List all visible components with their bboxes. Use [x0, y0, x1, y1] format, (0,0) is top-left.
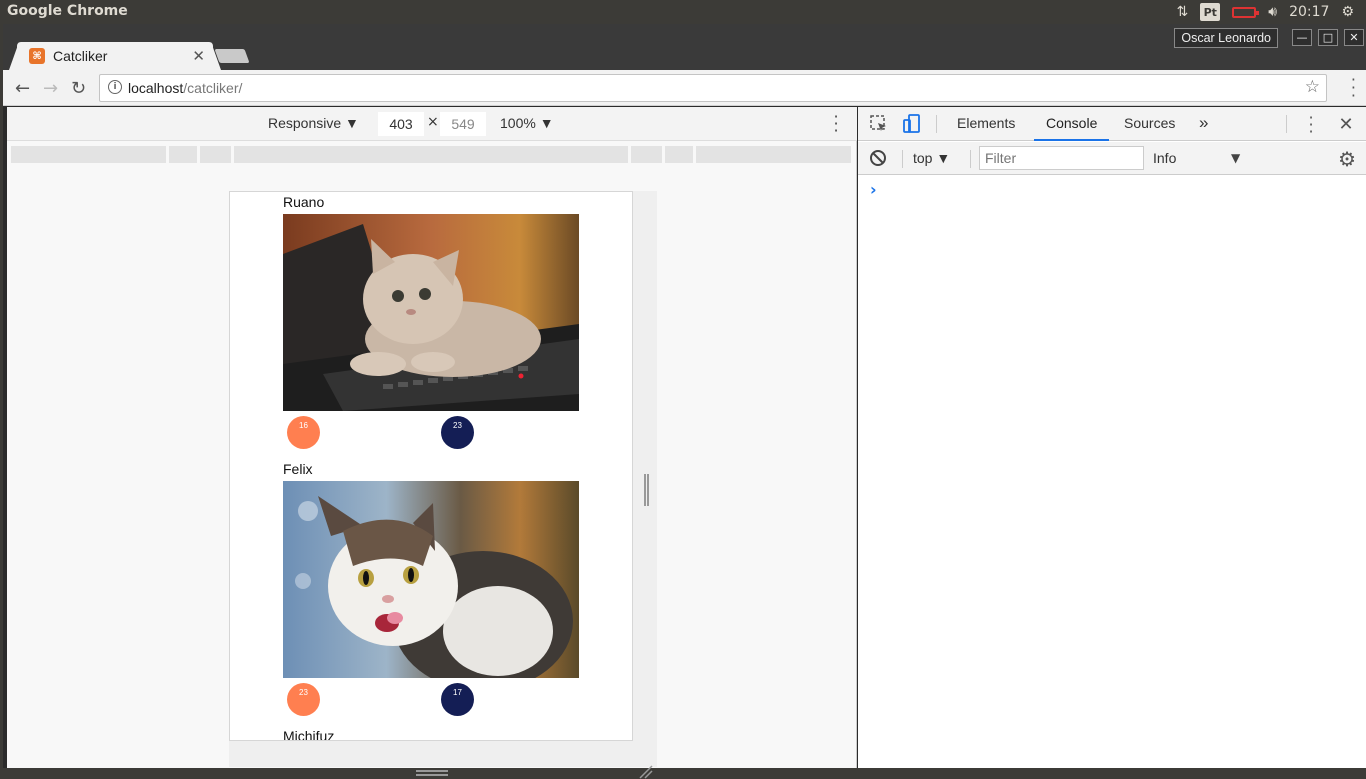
device-mode-label: Responsive: [268, 115, 342, 131]
active-app-name: Google Chrome: [7, 3, 128, 19]
battery-icon[interactable]: [1232, 0, 1260, 24]
downvote-button[interactable]: 17: [441, 683, 474, 716]
upvote-button[interactable]: 16: [287, 416, 320, 449]
cat-photo-ruano: [283, 214, 579, 411]
device-height-resize-handle[interactable]: [416, 770, 448, 776]
network-icon[interactable]: ⇅: [1177, 0, 1189, 24]
reload-icon[interactable]: ↻: [71, 78, 86, 99]
device-width-resize-handle[interactable]: [644, 474, 649, 506]
profile-button[interactable]: Oscar Leonardo: [1174, 28, 1278, 48]
console-prompt-icon[interactable]: ›: [870, 180, 877, 199]
cat-image-ruano[interactable]: [283, 214, 579, 411]
devtools-panel: Elements Console Sources » ··· ✕ top ▼ I…: [858, 107, 1366, 768]
forward-arrow-icon[interactable]: →: [43, 78, 58, 99]
inspect-element-glyph: [870, 115, 886, 131]
media-query-segment[interactable]: [200, 146, 231, 163]
tab-title: Catcliker: [53, 48, 108, 64]
volume-icon[interactable]: 🔊︎: [1268, 0, 1277, 24]
device-height-input[interactable]: 549: [440, 112, 486, 136]
more-tabs-icon[interactable]: »: [1199, 107, 1208, 141]
media-query-segment[interactable]: [631, 146, 662, 163]
browser-toolbar: ← → ↻ i localhost/catcliker/ ☆ · · ·: [3, 70, 1366, 106]
url-text[interactable]: localhost/catcliker/: [128, 80, 242, 96]
device-toolbar-glyph: [903, 114, 920, 133]
toolbar-divider: [936, 115, 937, 133]
tab-close-icon[interactable]: ✕: [192, 47, 205, 65]
downvote-button[interactable]: 23: [441, 416, 474, 449]
cat-image-felix[interactable]: [283, 481, 579, 678]
console-toolbar: top ▼ Info ▼ ⚙: [858, 142, 1366, 175]
browser-tab-catcliker[interactable]: ⌘ Catcliker ✕: [9, 42, 221, 70]
tab-elements[interactable]: Elements: [957, 107, 1015, 141]
power-gear-icon[interactable]: ⚙: [1341, 0, 1354, 24]
chevron-down-icon[interactable]: ▼: [1231, 151, 1240, 165]
xampp-favicon-icon: ⌘: [29, 48, 45, 64]
inspect-element-icon[interactable]: [869, 114, 889, 134]
close-devtools-icon[interactable]: ✕: [1336, 114, 1356, 135]
context-selector[interactable]: top ▼: [913, 150, 950, 166]
console-settings-gear-icon[interactable]: ⚙: [1338, 147, 1356, 171]
clear-console-icon[interactable]: [868, 148, 888, 168]
url-host: localhost: [128, 80, 184, 96]
media-query-segment[interactable]: [11, 146, 166, 163]
maximize-button[interactable]: □: [1318, 29, 1338, 46]
new-tab-button[interactable]: [214, 49, 250, 63]
tab-console[interactable]: Console: [1034, 107, 1110, 141]
toolbar-divider: [970, 150, 971, 168]
toolbar-divider: [902, 150, 903, 168]
context-label: top: [913, 150, 933, 166]
clock[interactable]: 20:17: [1289, 0, 1329, 24]
tab-sources[interactable]: Sources: [1124, 107, 1175, 141]
media-query-segment[interactable]: [665, 146, 693, 163]
cat-card: Michifuz: [283, 726, 581, 741]
device-toolbar: Responsive ▼ 403 × 549 100% ▼ · · ·: [7, 107, 857, 141]
url-path: /catcliker/: [183, 80, 243, 96]
zoom-label: 100%: [500, 115, 536, 131]
console-filter-input[interactable]: [979, 146, 1144, 170]
page-viewport: Responsive ▼ 403 × 549 100% ▼ · · · Ruano: [7, 107, 857, 779]
device-frame: Ruano 16 23 Felix 23 17 Michifuz: [229, 191, 633, 741]
site-info-icon[interactable]: i: [108, 80, 122, 94]
zoom-select[interactable]: 100% ▼: [500, 115, 554, 131]
tab-strip: ⌘ Catcliker ✕ Oscar Leonardo — □ ✕: [3, 24, 1366, 70]
clear-console-glyph: [870, 150, 886, 166]
cat-card: Felix 23 17: [283, 459, 581, 728]
log-level-select[interactable]: Info: [1153, 150, 1243, 166]
keyboard-layout-label: Pt: [1200, 3, 1221, 21]
device-frame-shadow-bottom: [229, 741, 657, 767]
bookmark-star-icon[interactable]: ☆: [1305, 77, 1320, 97]
keyboard-layout-indicator[interactable]: Pt: [1200, 0, 1221, 24]
toolbar-divider: [1286, 115, 1287, 133]
devtools-tab-bar: Elements Console Sources » · · · ✕: [858, 107, 1366, 141]
cat-name: Felix: [283, 461, 313, 477]
vote-buttons: 23 17: [283, 678, 581, 728]
media-query-segment[interactable]: [169, 146, 197, 163]
device-corner-resize-handle[interactable]: [639, 765, 653, 779]
back-arrow-icon[interactable]: ←: [15, 78, 30, 99]
cat-photo-felix: [283, 481, 579, 678]
log-level-label: Info: [1153, 150, 1177, 166]
browser-window: ⌘ Catcliker ✕ Oscar Leonardo — □ ✕ ← → ↻…: [3, 24, 1366, 779]
media-query-bar: [11, 146, 853, 163]
device-width-input[interactable]: 403: [378, 112, 424, 136]
minimize-button[interactable]: —: [1292, 29, 1312, 46]
device-mode-select[interactable]: Responsive ▼: [268, 115, 359, 131]
cat-name: Ruano: [283, 194, 325, 210]
os-top-panel: Google Chrome ⇅ Pt 🔊︎ 20:17 ⚙: [0, 0, 1366, 24]
cat-name: Michifuz: [283, 728, 335, 741]
media-query-segment[interactable]: [696, 146, 851, 163]
close-window-button[interactable]: ✕: [1344, 29, 1364, 46]
vote-buttons: 16 23: [283, 411, 581, 461]
device-toolbar-toggle-icon[interactable]: [902, 114, 922, 134]
battery-shape: [1232, 6, 1260, 18]
devtools-menu-icon[interactable]: · · ·: [1301, 109, 1321, 139]
media-query-segment[interactable]: [234, 146, 628, 163]
device-more-options-icon[interactable]: · · ·: [833, 109, 839, 139]
cat-card: Ruano 16 23: [283, 192, 581, 461]
dimension-separator: ×: [427, 114, 439, 130]
upvote-button[interactable]: 23: [287, 683, 320, 716]
address-bar[interactable]: i localhost/catcliker/ ☆: [99, 74, 1327, 102]
chrome-menu-icon[interactable]: · · ·: [1351, 72, 1356, 104]
